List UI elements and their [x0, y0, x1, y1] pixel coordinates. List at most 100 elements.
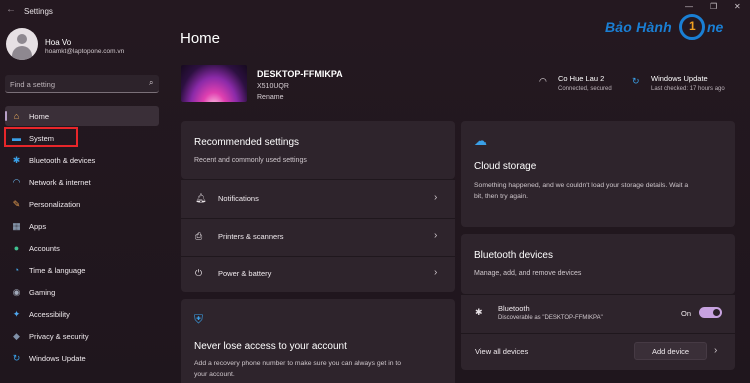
avatar[interactable] — [6, 28, 38, 60]
cloud-text-2: bit, then try again. — [474, 193, 529, 200]
sidebar-item-label: Apps — [29, 222, 47, 231]
gamepad-icon: ◉ — [12, 287, 21, 297]
bluetooth-discoverable-text: Discoverable as "DESKTOP-FFMIKPA" — [498, 315, 603, 321]
selection-indicator — [5, 111, 7, 121]
account-recovery-card: ⛨ Never lose access to your account Add … — [181, 299, 455, 383]
home-icon: ⌂ — [13, 111, 20, 121]
windows-update-status: Last checked: 17 hours ago — [651, 86, 725, 92]
sidebar-item-label: Bluetooth & devices — [29, 156, 96, 165]
recommended-settings-card: Recommended settings Recent and commonly… — [181, 121, 455, 179]
toggle-state-label: On — [681, 309, 692, 318]
sidebar-item-label: Accounts — [29, 244, 60, 253]
page-title: Home — [180, 30, 221, 47]
account-card-text: Add a recovery phone number to make sure… — [194, 360, 402, 367]
watermark-text: Bảo Hành — [605, 19, 672, 35]
minimize-button[interactable]: — — [685, 2, 693, 11]
row-label: Printers & scanners — [218, 232, 284, 241]
bluetooth-card-subtitle: Manage, add, and remove devices — [474, 270, 582, 277]
device-model: X510UQR — [257, 83, 289, 90]
add-device-button[interactable]: Add device — [634, 342, 707, 360]
brush-icon: ✎ — [12, 199, 21, 209]
sidebar-item-personalization[interactable]: ✎ Personalization — [5, 194, 159, 214]
printers-scanners-row[interactable]: ⎙ Printers & scanners › — [181, 219, 455, 256]
search-icon[interactable]: ⌕ — [149, 78, 153, 88]
sidebar-item-privacy[interactable]: ◆ Privacy & security — [5, 326, 159, 346]
profile-name: Hoa Vo — [45, 38, 72, 47]
bluetooth-card-title: Bluetooth devices — [474, 250, 553, 261]
avatar-head — [17, 34, 27, 44]
wifi-icon: ◠ — [12, 177, 21, 187]
sidebar-item-label: Windows Update — [29, 354, 86, 363]
chevron-right-icon: › — [434, 230, 438, 241]
sidebar-item-gaming[interactable]: ◉ Gaming — [5, 282, 159, 302]
update-icon: ↻ — [632, 76, 640, 86]
search-input[interactable] — [10, 79, 140, 90]
bluetooth-toggle[interactable] — [699, 307, 722, 318]
apps-icon: ▦ — [12, 221, 21, 231]
sidebar-item-accounts[interactable]: ● Accounts — [5, 238, 159, 258]
cloud-storage-card: ☁ Cloud storage Something happened, and … — [461, 121, 735, 227]
update-icon: ↻ — [12, 353, 21, 363]
cloud-title: Cloud storage — [474, 161, 537, 172]
recommended-title: Recommended settings — [194, 137, 300, 148]
wifi-icon: ◠ — [539, 76, 547, 86]
row-label: Power & battery — [218, 269, 272, 278]
search-box[interactable]: ⌕ — [5, 75, 159, 93]
network-name[interactable]: Co Hue Lau 2 — [558, 74, 604, 83]
watermark-logo: Bảo Hành 1 ne — [605, 12, 745, 46]
sidebar-item-home[interactable]: ⌂ Home — [5, 106, 159, 126]
app-title: Settings — [24, 7, 53, 16]
close-button[interactable]: ✕ — [734, 2, 741, 11]
bluetooth-icon: ✱ — [475, 307, 483, 317]
watermark-text-end: ne — [707, 19, 724, 35]
sidebar-item-accessibility[interactable]: ✦ Accessibility — [5, 304, 159, 324]
rename-link[interactable]: Rename — [257, 94, 283, 101]
sidebar-item-label: Personalization — [29, 200, 81, 209]
highlight-annotation — [4, 127, 78, 147]
row-label: Notifications — [218, 194, 259, 203]
sidebar-item-label: Time & language — [29, 266, 86, 275]
accounts-icon: ● — [13, 243, 20, 253]
windows-update-title[interactable]: Windows Update — [651, 74, 708, 83]
notifications-row[interactable]: 🔔︎ Notifications › — [181, 180, 455, 218]
power-icon: ⏻ — [195, 268, 203, 278]
chevron-right-icon: › — [434, 192, 438, 203]
shield-check-icon: ⛨ — [194, 312, 204, 326]
network-status: Connected, secured — [558, 86, 612, 92]
avatar-body — [12, 46, 32, 60]
shield-icon: ◆ — [13, 331, 20, 341]
globe-clock-icon: ◔ — [13, 265, 20, 275]
sidebar-item-bluetooth[interactable]: ✱ Bluetooth & devices — [5, 150, 159, 170]
sidebar-item-time-language[interactable]: ◔ Time & language — [5, 260, 159, 280]
sidebar-item-label: Network & internet — [29, 178, 91, 187]
profile-email: hoamkt@laptopone.com.vn — [45, 48, 125, 55]
account-card-title: Never lose access to your account — [194, 341, 347, 352]
account-card-text-2: your account. — [194, 371, 235, 378]
toggle-knob — [713, 309, 720, 316]
device-wallpaper-thumbnail — [181, 65, 247, 102]
recommended-subtitle: Recent and commonly used settings — [194, 157, 307, 164]
accessibility-icon: ✦ — [12, 309, 21, 319]
sidebar-item-label: Gaming — [29, 288, 56, 297]
watermark-digit: 1 — [689, 19, 696, 33]
cloud-icon: ☁ — [474, 133, 487, 148]
chevron-right-icon: › — [714, 345, 718, 356]
sidebar-item-network[interactable]: ◠ Network & internet — [5, 172, 159, 192]
chevron-right-icon: › — [434, 267, 438, 278]
bluetooth-devices-card: Bluetooth devices Manage, add, and remov… — [461, 234, 735, 294]
sidebar-item-label: Home — [29, 112, 50, 121]
maximize-button[interactable]: ❐ — [710, 2, 717, 11]
bluetooth-row: ✱ Bluetooth Discoverable as "DESKTOP-FFM… — [461, 295, 735, 333]
bell-icon: 🔔︎ — [195, 193, 207, 203]
bluetooth-row-title: Bluetooth — [498, 304, 530, 313]
bluetooth-icon: ✱ — [12, 155, 21, 165]
sidebar-item-apps[interactable]: ▦ Apps — [5, 216, 159, 236]
back-arrow-icon[interactable]: ← — [6, 4, 16, 15]
printer-icon: ⎙ — [195, 231, 203, 241]
power-battery-row[interactable]: ⏻ Power & battery › — [181, 257, 455, 292]
device-name: DESKTOP-FFMIKPA — [257, 69, 343, 79]
sidebar-item-label: Privacy & security — [29, 332, 89, 341]
view-all-devices-label: View all devices — [475, 347, 529, 356]
sidebar-item-windows-update[interactable]: ↻ Windows Update — [5, 348, 159, 368]
sidebar-item-label: Accessibility — [29, 310, 70, 319]
